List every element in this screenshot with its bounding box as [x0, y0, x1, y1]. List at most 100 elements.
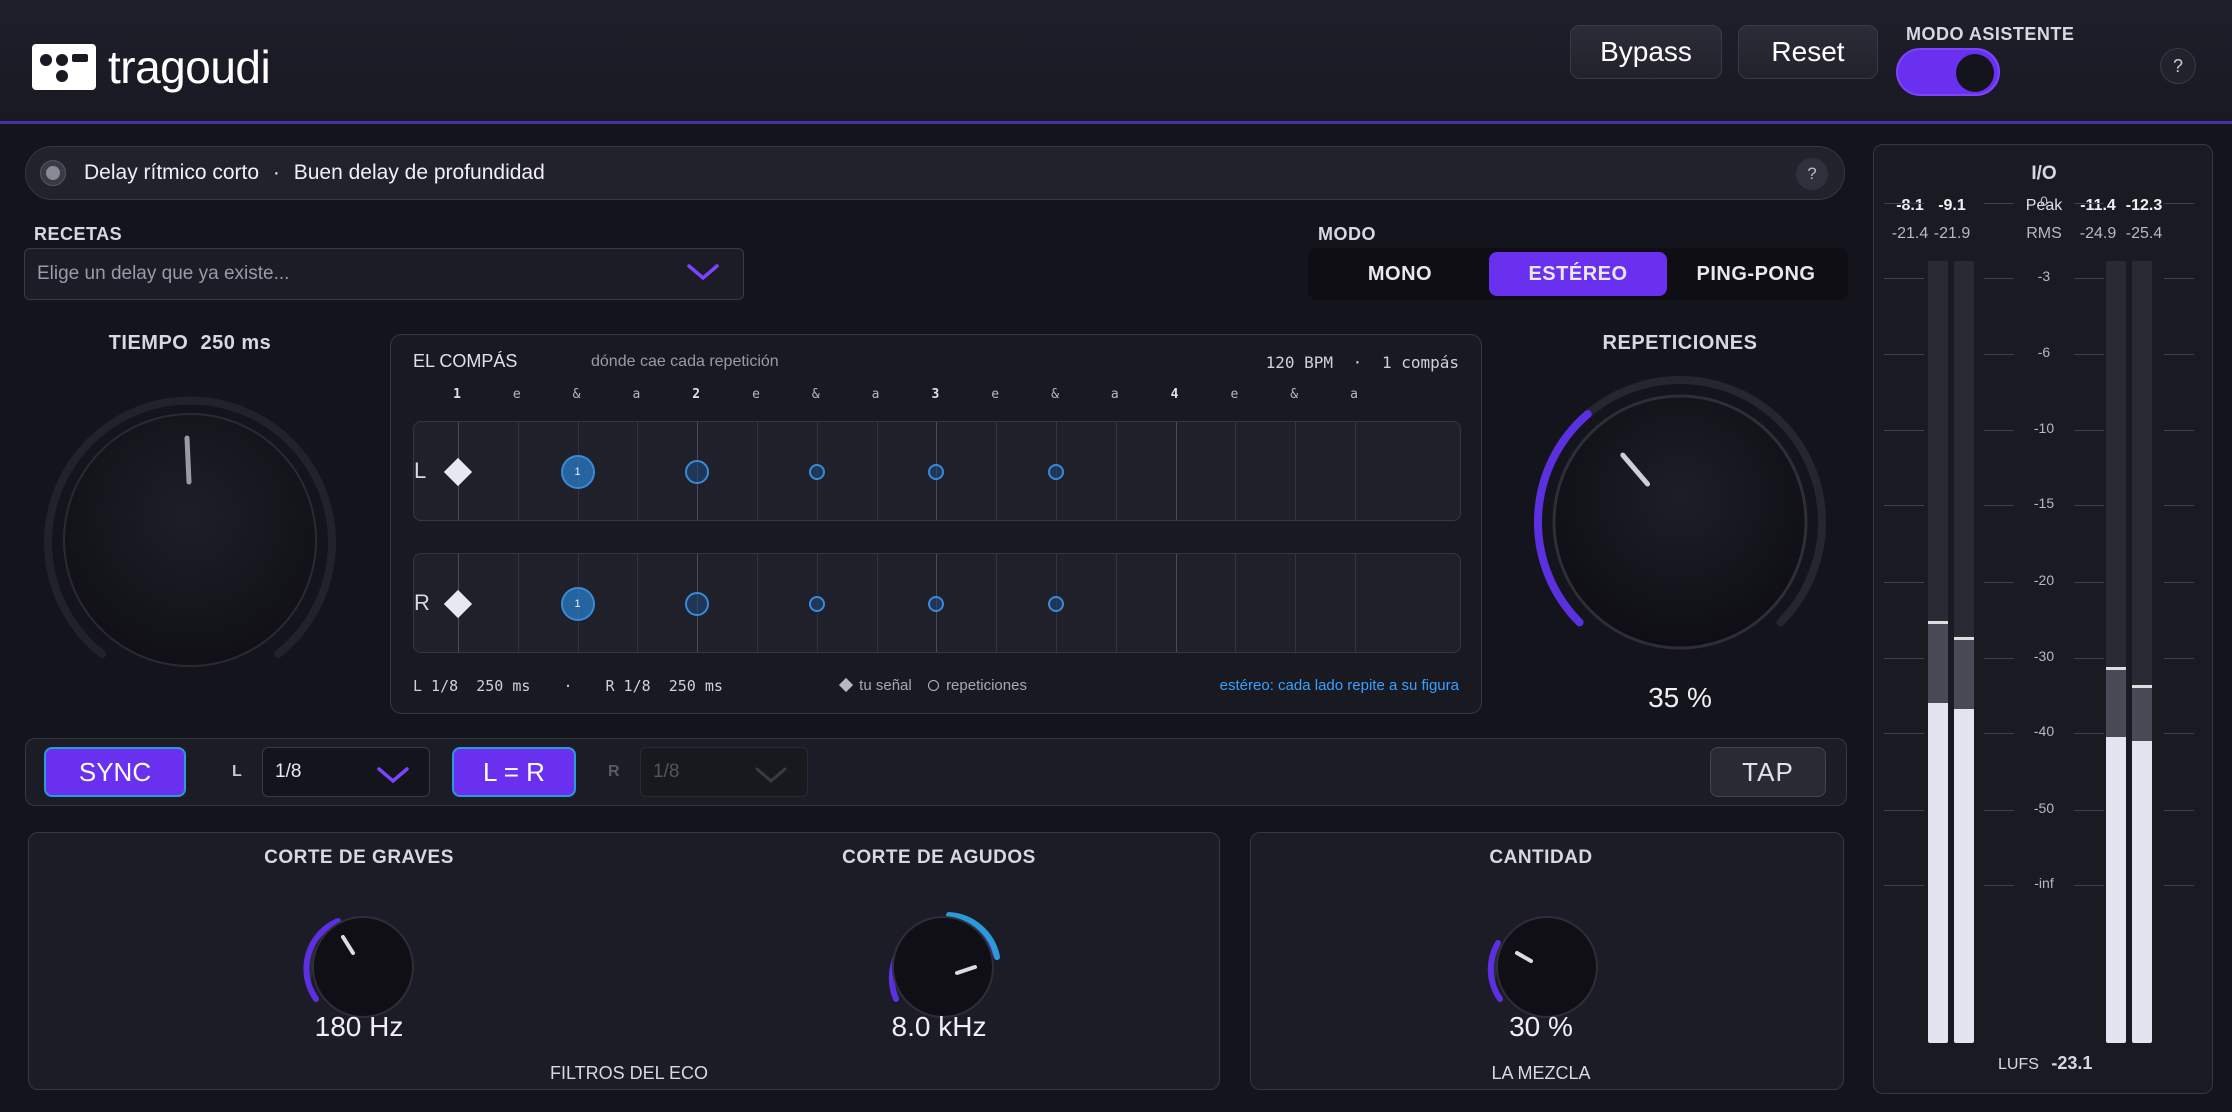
signal-legend-icon — [838, 677, 854, 693]
grid-line — [1115, 422, 1117, 520]
sync-button[interactable]: SYNC — [44, 747, 186, 797]
grid-line — [1355, 422, 1356, 520]
mode-stereo-button[interactable]: ESTÉREO — [1489, 252, 1667, 296]
lane-right[interactable]: R 1 — [413, 553, 1461, 653]
footer-l-text: L 1/8 250 ms — [413, 677, 531, 695]
high-cut-label: CORTE DE AGUDOS — [842, 847, 1036, 868]
meter-gridline — [2074, 657, 2104, 659]
meter-gridline — [2164, 810, 2194, 812]
meter-gridline — [2164, 505, 2194, 507]
high-cut-value: 8.0 kHz — [891, 1011, 987, 1042]
beat-label: a — [1350, 387, 1358, 402]
out-r-rms: -25.4 — [2125, 225, 2163, 242]
grid-line — [1235, 554, 1237, 652]
l-division-label: L — [232, 763, 242, 780]
grid-line — [637, 554, 639, 652]
filters-footer: FILTROS DEL ECO — [549, 1063, 709, 1083]
grid-line — [1175, 554, 1177, 652]
toggle-knob — [1956, 54, 1994, 92]
beat-label: 3 — [931, 387, 940, 402]
help-button[interactable]: ? — [2160, 48, 2196, 84]
grid-line — [1295, 422, 1297, 520]
link-lr-button[interactable]: L = R — [452, 747, 576, 797]
meter-in-right — [1954, 261, 1974, 1043]
repeat-legend-icon — [927, 680, 939, 691]
legend-signal-label: tu señal — [859, 677, 912, 694]
preset-bar[interactable]: Delay rítmico corto · Buen delay de prof… — [25, 146, 1845, 200]
repeats-value: 35 % — [1648, 682, 1712, 713]
mix-panel: CANTIDAD 30 % LA MEZCLA — [1250, 832, 1844, 1090]
assist-mode-toggle[interactable] — [1896, 48, 2000, 96]
recipes-select[interactable]: Elige un delay que ya existe... — [24, 248, 744, 300]
time-label: TIEMPO — [108, 332, 189, 354]
r-division-value: 1/8 — [653, 761, 680, 782]
meter-gridline — [1984, 505, 2014, 507]
bypass-button[interactable]: Bypass — [1570, 25, 1722, 79]
meter-scale-tick: -3 — [2037, 268, 2051, 285]
grid-line — [996, 422, 998, 520]
r-division-label: R — [608, 763, 620, 780]
time-knob[interactable] — [40, 388, 340, 688]
meter-in-left — [1928, 261, 1948, 1043]
repeats-knob[interactable] — [1530, 372, 1830, 672]
grid-line — [517, 422, 519, 520]
lane-left[interactable]: L 1 — [413, 421, 1461, 521]
beat-label: 4 — [1170, 387, 1179, 402]
mode-pingpong-button[interactable]: PING-PONG — [1667, 252, 1845, 296]
grid-line — [996, 554, 998, 652]
meter-out-right — [2132, 261, 2152, 1043]
reset-button[interactable]: Reset — [1738, 25, 1878, 79]
lufs-label: LUFS — [1998, 1056, 2039, 1073]
meter-gridline — [2164, 582, 2194, 584]
brand-name: tragoudi — [108, 41, 271, 93]
io-title: I/O — [2031, 163, 2057, 184]
out-l-peak: -11.4 — [2080, 197, 2116, 214]
preset-title: Delay rítmico corto · Buen delay de prof… — [84, 161, 545, 185]
grid-line — [1175, 422, 1177, 520]
meter-gridline — [1984, 657, 2014, 659]
meter-scale-tick: -50 — [2033, 800, 2055, 817]
preset-help-button[interactable]: ? — [1796, 158, 1828, 190]
assist-mode-label: MODO ASISTENTE — [1906, 24, 2075, 44]
meter-gridline — [1984, 429, 2014, 431]
meter-out-left — [2106, 261, 2126, 1043]
meter-gridline — [2074, 810, 2104, 812]
meter-scale-tick: -30 — [2033, 647, 2055, 664]
tap-button[interactable]: TAP — [1710, 747, 1826, 797]
beat-label: a — [632, 387, 641, 402]
grid-line — [757, 554, 758, 652]
meter-scale-tick: -10 — [2033, 419, 2055, 436]
meter-gridline — [1884, 429, 1924, 431]
preset-led-icon — [40, 160, 66, 186]
stereo-note: estéreo: cada lado repite a su figura — [1219, 677, 1459, 694]
meter-gridline — [2074, 884, 2104, 886]
meter-gridline — [2164, 657, 2194, 659]
mode-selector: MONO ESTÉREO PING-PONG — [1308, 248, 1848, 300]
repeat-marker — [928, 596, 945, 612]
meter-gridline — [1884, 733, 1924, 735]
meter-gridline — [2074, 582, 2104, 584]
meter-gridline — [1984, 810, 2014, 812]
lufs-readout: LUFS -23.1 — [1998, 1053, 2092, 1074]
preset-description: Buen delay de profundidad — [293, 161, 545, 184]
meter-gridline — [1884, 582, 1924, 584]
meter-scale-tick: -15 — [2033, 495, 2055, 512]
grid-line — [876, 554, 878, 652]
beat-label: & — [1290, 387, 1299, 402]
recipes-label: RECETAS — [34, 224, 123, 244]
footer-sep: · — [563, 677, 573, 695]
meter-gridline — [2164, 733, 2194, 735]
meter-scale-tick: -40 — [2033, 723, 2055, 740]
mode-mono-button[interactable]: MONO — [1311, 252, 1489, 296]
meter-gridline — [1884, 202, 1924, 204]
meter-gridline — [1884, 278, 1924, 280]
beat-label: & — [1051, 387, 1059, 402]
in-r-rms: -21.9 — [1933, 225, 1971, 242]
meter-gridline — [2074, 429, 2104, 431]
meter-gridline — [1884, 353, 1924, 355]
meter-scale-tick: -inf — [2034, 874, 2054, 891]
footer-left-division: L 1/8 250 ms · R 1/8 250 ms — [413, 677, 723, 695]
repeat-marker — [808, 464, 825, 480]
meter-scale-tick: -6 — [2037, 343, 2051, 360]
beat-label: a — [1110, 387, 1119, 402]
